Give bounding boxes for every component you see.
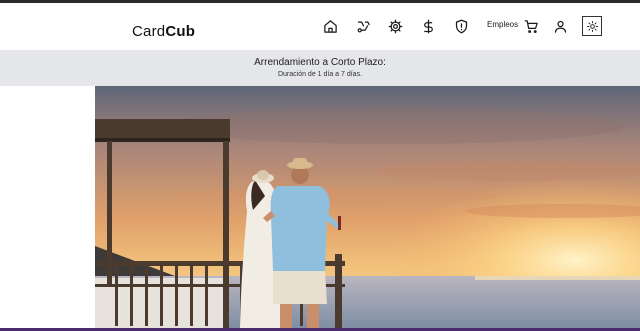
delivery-icon[interactable]: [354, 17, 372, 35]
brand-logo[interactable]: CardCub: [132, 23, 195, 40]
home-icon[interactable]: [321, 17, 339, 35]
theme-toggle-button[interactable]: [582, 16, 602, 36]
banner-subtitle: Duración de 1 día a 7 días.: [277, 71, 363, 78]
user-icon[interactable]: [551, 17, 569, 35]
nav-link-jobs[interactable]: Empleos: [487, 20, 518, 29]
hero-image: [95, 86, 640, 328]
shield-icon[interactable]: [452, 17, 470, 35]
brand-light: Card: [132, 23, 166, 40]
banner-title: Arrendamiento a Corto Plazo:: [254, 57, 386, 68]
sun-icon: [586, 20, 598, 32]
brand-bold: Cub: [165, 23, 196, 40]
site-header: CardCub Empleos: [0, 3, 640, 50]
promo-banner: Arrendamiento a Corto Plazo: Duración de…: [0, 50, 640, 86]
settings-icon[interactable]: [386, 17, 404, 35]
dollar-icon[interactable]: [419, 17, 437, 35]
cart-icon[interactable]: [522, 17, 540, 35]
